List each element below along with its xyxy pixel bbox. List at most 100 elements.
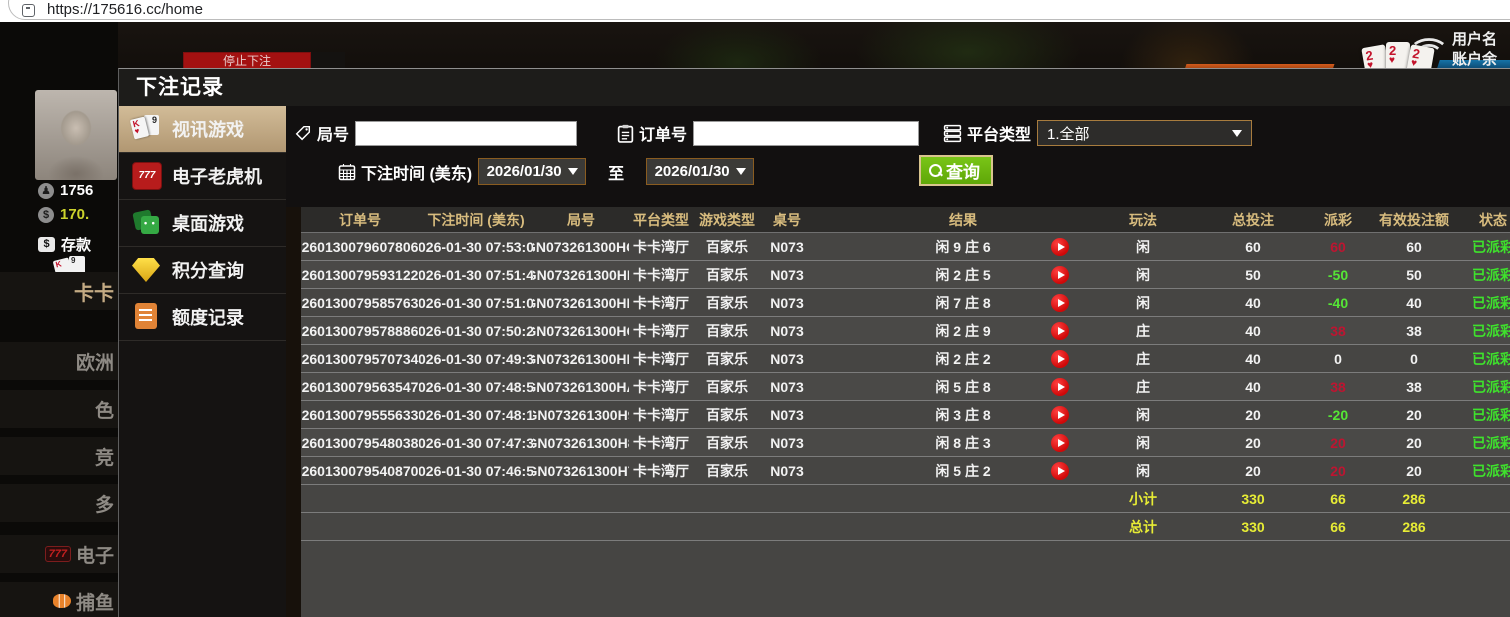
- tab-live-games[interactable]: 9 K ♥ 视讯游戏: [119, 106, 299, 153]
- betting-records-modal: 下注记录 9 K♥ 视讯游戏 777 电子老虎机 桌面游戏 积分查询: [118, 68, 1510, 617]
- person-icon: ♟: [38, 182, 54, 199]
- screen: https://175616.cc/home PLAYACE 停止下注 开牌中 …: [0, 0, 1510, 617]
- subtotal-bet: 330: [1241, 490, 1265, 507]
- result-cell: 闲 9 庄 6: [843, 233, 1083, 260]
- filter-row-2: 下注时间 (美东) 2026/01/30 至 2026/01/30: [338, 158, 755, 185]
- order-number-input[interactable]: [693, 120, 920, 146]
- subtotal-label: 小计: [1129, 490, 1157, 507]
- tab-table-games[interactable]: 桌面游戏: [119, 200, 286, 247]
- avatar[interactable]: [35, 90, 117, 180]
- platform-icon: [943, 124, 962, 142]
- replay-button[interactable]: [1051, 405, 1069, 424]
- chevron-down-icon: [567, 168, 578, 175]
- bet-records-table: 订单号 下注时间 (美东) 局号 平台类型 游戏类型 桌号 结果 玩法 总投注 …: [301, 207, 1510, 617]
- total-label: 总计: [1129, 518, 1157, 535]
- total-row: 总计 330 66 286: [301, 513, 1510, 541]
- date-from-value: 2026/01/30: [486, 163, 562, 180]
- round-number-input[interactable]: [355, 120, 578, 146]
- replay-button[interactable]: [1051, 265, 1069, 284]
- status-badge: 已派彩: [1472, 322, 1510, 339]
- col-header-table-no: 桌号: [773, 211, 801, 228]
- status-badge: 已派彩: [1472, 294, 1510, 311]
- slot-machine-icon: 777: [132, 162, 162, 190]
- col-header-round: 局号: [567, 211, 595, 228]
- status-badge: 已派彩: [1472, 238, 1510, 255]
- sidebar-item-slots[interactable]: 777 电子: [0, 535, 118, 573]
- document-icon: [132, 303, 162, 331]
- table-row: 260130079548038 2026-01-30 07:47:31 GN07…: [301, 429, 1510, 457]
- bet-time-label: 下注时间 (美东): [361, 165, 473, 183]
- result-cell: 闲 5 庄 2: [843, 457, 1083, 484]
- table-row: 260130079578886 2026-01-30 07:50:22 GN07…: [301, 317, 1510, 345]
- date-to-select[interactable]: 2026/01/30: [646, 158, 755, 185]
- moneybag-icon: $: [38, 206, 54, 223]
- balance-row: $ 170.: [38, 206, 89, 223]
- col-header-status: 状态: [1479, 211, 1507, 228]
- col-header-play: 玩法: [1129, 211, 1157, 228]
- table-row: 260130079563547 2026-01-30 07:48:58 GN07…: [301, 373, 1510, 401]
- status-badge: 已派彩: [1472, 378, 1510, 395]
- tab-slots[interactable]: 777 电子老虎机: [119, 153, 286, 200]
- replay-button[interactable]: [1051, 349, 1069, 368]
- col-header-time: 下注时间 (美东): [427, 211, 525, 228]
- table-game-icon: [132, 209, 162, 237]
- filter-row-1: 局号 订单号 平台类型 1.全部: [294, 120, 1253, 146]
- tab-credit-records[interactable]: 额度记录: [119, 294, 286, 341]
- sidebar-item-fishing[interactable]: 捕鱼: [0, 582, 118, 617]
- replay-button[interactable]: [1051, 293, 1069, 312]
- browser-address-bar[interactable]: https://175616.cc/home: [0, 0, 1510, 22]
- search-icon: [928, 163, 943, 178]
- total-bet: 330: [1241, 518, 1265, 535]
- tab-label: 积分查询: [172, 261, 244, 281]
- tab-label: 桌面游戏: [172, 214, 244, 234]
- col-header-total-bet: 总投注: [1232, 211, 1274, 228]
- table-row: 260130079555633 2026-01-30 07:48:13 GN07…: [301, 401, 1510, 429]
- modal-title: 下注记录: [119, 69, 1510, 106]
- gem-icon: [132, 256, 162, 284]
- user-id-row: ♟ 1756: [38, 182, 93, 199]
- col-header-payout: 派彩: [1324, 211, 1352, 228]
- page-icon: [22, 4, 35, 17]
- result-cell: 闲 2 庄 2: [843, 345, 1083, 372]
- replay-button[interactable]: [1051, 321, 1069, 340]
- tab-points-inquiry[interactable]: 积分查询: [119, 247, 286, 294]
- search-button[interactable]: 查询: [919, 155, 993, 186]
- date-from-select[interactable]: 2026/01/30: [478, 158, 587, 185]
- status-badge: 已派彩: [1472, 406, 1510, 423]
- date-to-value: 2026/01/30: [654, 163, 730, 180]
- result-cell: 闲 8 庄 3: [843, 429, 1083, 456]
- replay-button[interactable]: [1051, 461, 1069, 480]
- chevron-down-icon: [735, 168, 746, 175]
- subtotal-valid: 286: [1402, 490, 1426, 507]
- replay-button[interactable]: [1051, 377, 1069, 396]
- table-row: 260130079570734 2026-01-30 07:49:35 GN07…: [301, 345, 1510, 373]
- status-badge: 已派彩: [1472, 462, 1510, 479]
- table-row: 260130079540870 2026-01-30 07:46:51 GN07…: [301, 457, 1510, 485]
- table-header-row: 订单号 下注时间 (美东) 局号 平台类型 游戏类型 桌号 结果 玩法 总投注 …: [301, 207, 1510, 233]
- replay-button[interactable]: [1051, 433, 1069, 452]
- sidebar-item-3[interactable]: 竞: [0, 437, 118, 475]
- deposit-button[interactable]: $ 存款: [38, 234, 91, 255]
- platform-type-label: 平台类型: [967, 127, 1032, 144]
- replay-button[interactable]: [1051, 237, 1069, 256]
- table-row: 260130079593122 2026-01-30 07:51:42 GN07…: [301, 261, 1510, 289]
- deposit-icon: $: [38, 237, 55, 252]
- total-payout: 66: [1330, 518, 1346, 535]
- round-number-label: 局号: [317, 127, 350, 144]
- sidebar-item-2[interactable]: 色: [0, 390, 118, 428]
- tab-label: 电子老虎机: [172, 167, 262, 187]
- table-row: 260130079585763 2026-01-30 07:51:00 GN07…: [301, 289, 1510, 317]
- status-badge: 已派彩: [1472, 266, 1510, 283]
- status-badge: 已派彩: [1472, 350, 1510, 367]
- clipboard-icon: [617, 124, 634, 143]
- sidebar-item-current-hall[interactable]: 卡卡: [0, 272, 118, 310]
- sidebar-item-1[interactable]: 欧洲: [0, 342, 118, 380]
- platform-type-value: 1.全部: [1047, 125, 1090, 143]
- tag-icon: [295, 125, 311, 141]
- table-row: 260130079607806 2026-01-30 07:53:05 GN07…: [301, 233, 1510, 261]
- sidebar-item-4[interactable]: 多: [0, 484, 118, 522]
- result-cell: 闲 5 庄 8: [843, 373, 1083, 400]
- order-number-label: 订单号: [639, 127, 688, 144]
- subtotal-payout: 66: [1330, 490, 1346, 507]
- platform-type-select[interactable]: 1.全部: [1037, 120, 1253, 146]
